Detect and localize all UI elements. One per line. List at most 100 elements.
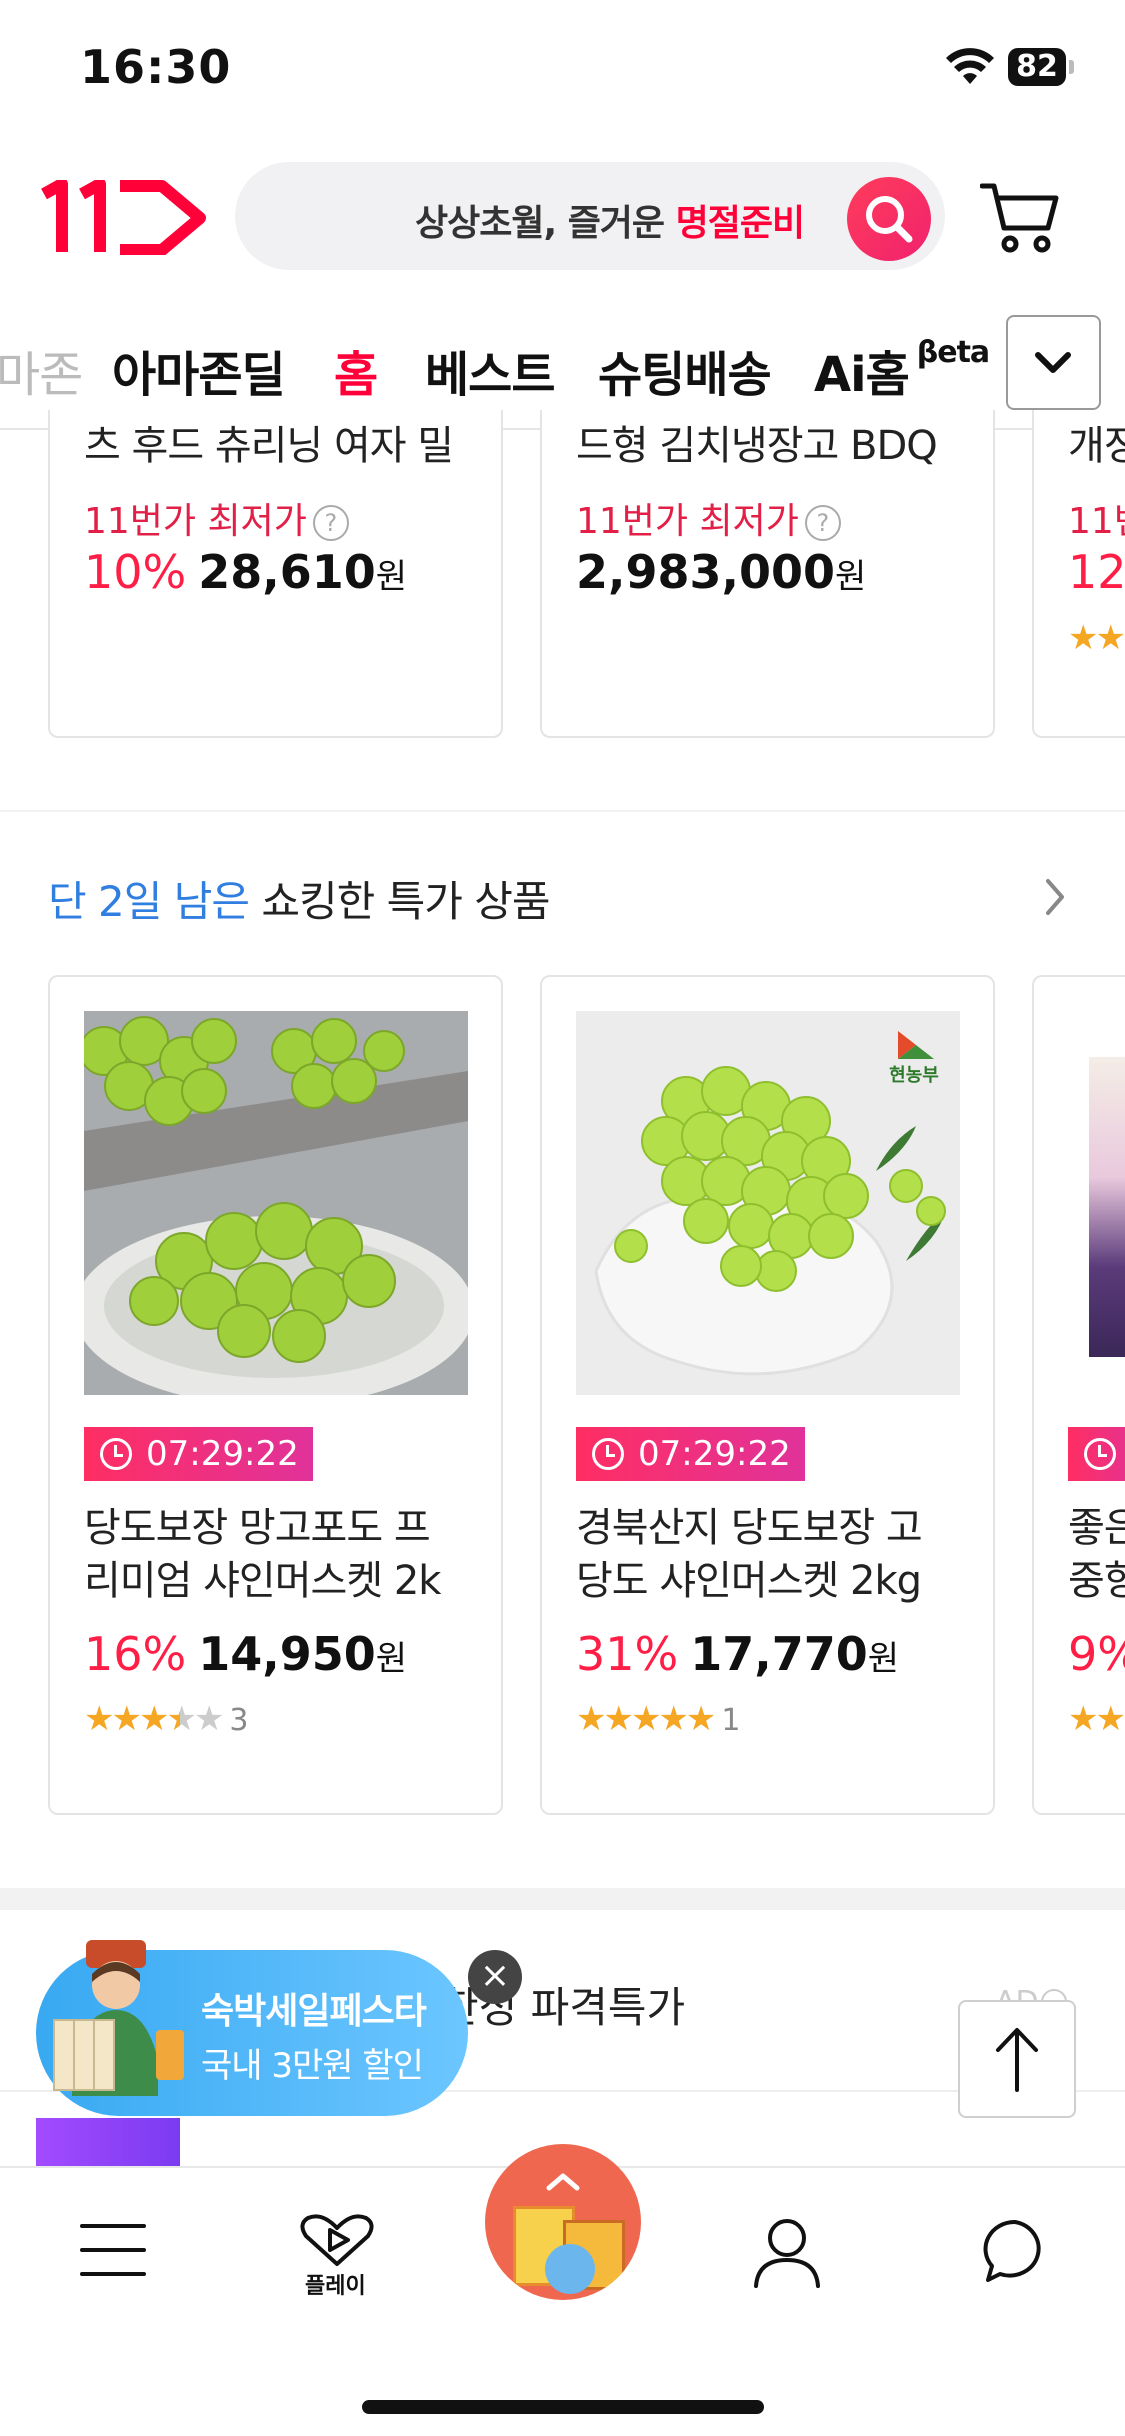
review-count: 3 [229, 1703, 249, 1738]
chevron-right-icon[interactable] [1040, 875, 1070, 919]
tab-best[interactable]: 베스트 [425, 335, 555, 405]
rating-stars: ★★ [1068, 618, 1125, 658]
currency: 원 [375, 1639, 408, 1679]
section-title-rest: 쇼킹한 특가 상품 [248, 877, 550, 926]
price-row: 31% 17,770원 [576, 1627, 899, 1681]
product-title-line1: 당도보장 망고포도 프 [84, 1505, 431, 1551]
product-card[interactable]: 드형 김치냉장고 BDQ 11번가 최저가? 2,983,000원 [540, 410, 995, 738]
scroll-top-button[interactable] [958, 2000, 1076, 2118]
product-title: 개정 [1068, 423, 1125, 469]
countdown-timer [1068, 1427, 1125, 1481]
beta-label: βeta [916, 335, 990, 370]
clock-icon [592, 1438, 624, 1470]
header: 상상초월, 즐거운 명절준비 [0, 150, 1125, 280]
search-text-highlight: 명절준비 [675, 203, 805, 244]
tab-ai-home-label: Ai홈 [814, 347, 910, 403]
discount-rate: 16% [84, 1627, 187, 1681]
price: 14,950 [198, 1627, 376, 1681]
promo-title: 숙박세일페스타 [201, 1991, 427, 2032]
close-icon[interactable]: × [468, 1950, 522, 2004]
product-title-line2: 당도 샤인머스켓 2kg [576, 1558, 922, 1604]
product-title-line2: 중향 [1068, 1558, 1125, 1604]
status-bar: 16:30 82 [0, 0, 1125, 140]
countdown-timer: 07:29:22 [84, 1427, 313, 1481]
grape-photo: 현농부 [576, 1011, 960, 1395]
chevron-down-icon [1035, 352, 1071, 373]
search-button[interactable] [847, 177, 931, 261]
timer-text: 07:29:22 [638, 1434, 791, 1474]
grape-photo [84, 1011, 468, 1395]
cart-icon[interactable] [980, 180, 1060, 256]
bottom-nav: 플레이 [0, 2144, 1125, 2436]
price-row: 12% [1068, 545, 1125, 599]
home-indicator [362, 2400, 764, 2414]
product-card-partial[interactable]: 개정 11번 12% ★★ [1032, 410, 1125, 738]
user-icon[interactable] [752, 2216, 822, 2288]
discount-rate: 31% [576, 1627, 679, 1681]
currency: 원 [867, 1639, 900, 1679]
search-placeholder: 상상초월, 즐거운 명절준비 [415, 194, 805, 246]
11st-logo[interactable] [40, 180, 210, 255]
rating-stars: ★★ [1068, 1699, 1125, 1739]
tab-amazon-partial[interactable]: 마존 [0, 335, 83, 405]
lowest-price-label: 11번가 최저가? [576, 492, 841, 544]
product-image: 현농부 [576, 1011, 960, 1395]
chat-icon[interactable] [982, 2218, 1048, 2284]
deal-product-card-partial[interactable]: 좋은 중향 9% ★★ [1032, 975, 1125, 1815]
tab-ai-home[interactable]: Ai홈 βeta [814, 335, 990, 405]
more-tabs-button[interactable] [1006, 315, 1101, 410]
section-title[interactable]: 단 2일 남은 쇼킹한 특가 상품 [48, 868, 551, 929]
traveler-illustration [53, 1940, 184, 2096]
currency: 원 [375, 557, 408, 597]
countdown-timer: 07:29:22 [576, 1427, 805, 1481]
product-title: 드형 김치냉장고 BDQ [576, 423, 938, 469]
price-row: 9% [1068, 1627, 1125, 1681]
section-title-highlight: 단 2일 남은 [48, 877, 250, 926]
currency: 원 [835, 557, 867, 597]
lowest-price-label: 11번가 최저가? [84, 492, 349, 544]
deal-product-card[interactable]: 현농부 07:29:22 경북산지 당도보장 고 당도 샤인머스켓 2kg 31… [540, 975, 995, 1815]
lowest-price-label: 11번 [1068, 501, 1125, 542]
product-card[interactable]: 츠 후드 츄리닝 여자 밀 11번가 최저가? 10% 28,610원 [48, 410, 503, 738]
help-icon[interactable]: ? [804, 505, 841, 541]
brand-badge: 현농부 [889, 1065, 939, 1086]
price: 28,610 [198, 545, 376, 599]
nav-play-label[interactable]: 플레이 [305, 2268, 366, 2300]
promo-subtitle: 국내 3만원 할인 [201, 2046, 424, 2086]
help-icon[interactable]: ? [312, 505, 349, 541]
price-row: 2,983,000원 [576, 545, 866, 599]
discount-rate: 12% [1068, 545, 1125, 599]
search-text-prefix: 상상초월, 즐거운 [415, 203, 676, 244]
search-bar[interactable]: 상상초월, 즐거운 명절준비 [235, 162, 945, 270]
discount-rate: 9% [1068, 1627, 1125, 1681]
wifi-icon [946, 48, 994, 84]
discount-rate: 10% [84, 545, 187, 599]
section-divider [0, 810, 1125, 812]
character-image [545, 2244, 595, 2294]
rating-stars: ★★★★★ 1 [576, 1699, 741, 1739]
chevron-up-icon [546, 2173, 580, 2191]
deal-product-card[interactable]: 07:29:22 당도보장 망고포도 프 리미엄 샤인머스켓 2k 16% 14,… [48, 975, 503, 1815]
play-heart-icon[interactable] [298, 2214, 376, 2268]
product-title-line1: 경북산지 당도보장 고 [576, 1505, 923, 1551]
product-title-line1: 좋은 [1068, 1505, 1125, 1551]
center-promo-button[interactable] [485, 2144, 641, 2300]
arrow-up-icon [996, 2028, 1038, 2092]
clock-icon [100, 1438, 132, 1470]
price: 17,770 [690, 1627, 868, 1681]
timer-text: 07:29:22 [146, 1434, 299, 1474]
rating-stars: ★★★★★ 3 [84, 1699, 249, 1739]
tab-home[interactable]: 홈 [334, 335, 378, 405]
product-title-line2: 리미엄 샤인머스켓 2k [84, 1558, 441, 1604]
price: 2,983,000 [576, 545, 835, 599]
promo-banner[interactable]: 숙박세일페스타 국내 3만원 할인 [36, 1940, 468, 2116]
search-icon [866, 196, 913, 243]
tab-shooting-delivery[interactable]: 슈팅배송 [598, 335, 772, 405]
lowest-price-text: 11번가 최저가 [84, 501, 307, 542]
ad-banner-strip[interactable] [36, 2118, 180, 2168]
tab-amazon-deal[interactable]: 아마존딜 [112, 335, 286, 405]
battery-indicator: 82 [1008, 48, 1074, 86]
status-time: 16:30 [80, 40, 232, 94]
menu-icon[interactable] [80, 2220, 146, 2280]
section-divider-thick [0, 1888, 1125, 1910]
